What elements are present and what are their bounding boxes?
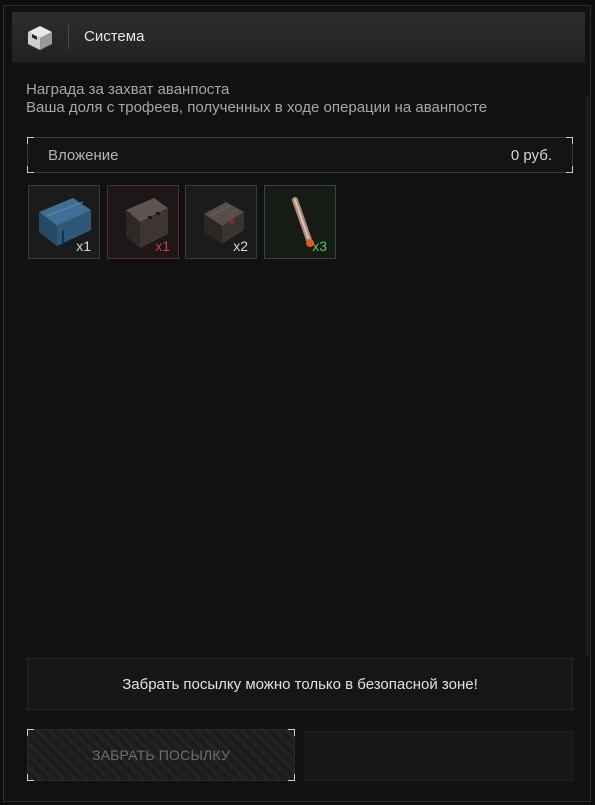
package-icon bbox=[28, 26, 52, 50]
claim-package-label: ЗАБРАТЬ ПОСЫЛКУ bbox=[91, 747, 231, 763]
item-qty: x3 bbox=[312, 238, 327, 254]
item-qty: x1 bbox=[76, 238, 91, 254]
attachment-value: 0 руб. bbox=[510, 147, 552, 164]
secondary-action-slot bbox=[305, 731, 573, 781]
item-slot-2[interactable]: x1 bbox=[107, 185, 179, 259]
scrollbar[interactable] bbox=[585, 96, 590, 656]
message-subject: Награда за захват аванпоста bbox=[26, 81, 230, 98]
window-title: Система bbox=[84, 28, 145, 45]
message-body: Ваша доля с трофеев, полученных в ходе о… bbox=[26, 99, 488, 116]
header-divider bbox=[68, 25, 69, 49]
item-slot-4[interactable]: x3 bbox=[264, 185, 336, 259]
item-slot-3[interactable]: x2 bbox=[185, 185, 257, 259]
item-qty: x2 bbox=[233, 238, 248, 254]
item-qty: x1 bbox=[155, 238, 170, 254]
attachment-label: Вложение bbox=[48, 147, 119, 164]
item-slot-1[interactable]: x1 bbox=[28, 185, 100, 259]
safe-zone-notice: Забрать посылку можно только в безопасно… bbox=[27, 658, 573, 710]
claim-package-button[interactable]: ЗАБРАТЬ ПОСЫЛКУ bbox=[27, 729, 295, 781]
window-header: Система bbox=[12, 12, 585, 63]
attachment-bar: Вложение 0 руб. bbox=[27, 137, 573, 173]
